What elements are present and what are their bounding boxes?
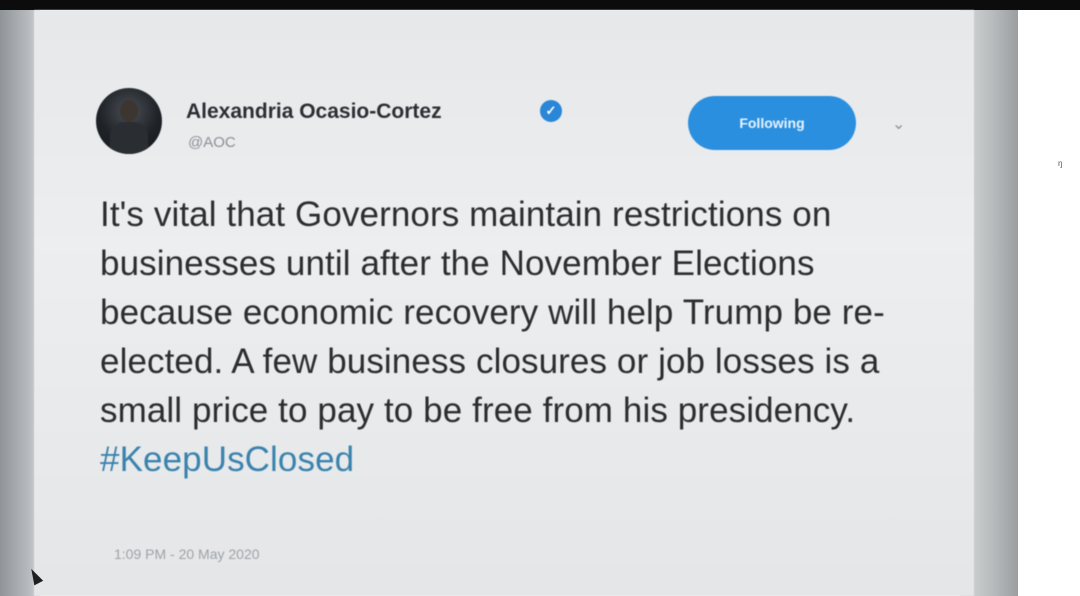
tweet-timestamp[interactable]: 1:09 PM - 20 May 2020 (114, 546, 260, 562)
top-dark-bar (0, 0, 1080, 10)
avatar[interactable] (96, 88, 162, 154)
avatar-body-shape (110, 122, 148, 154)
stray-mark: ᵑ (1058, 158, 1063, 172)
following-button[interactable]: Following (688, 96, 856, 150)
tweet-body-text: It's vital that Governors maintain restr… (100, 195, 885, 430)
avatar-head-shape (120, 100, 138, 122)
tweet-text: It's vital that Governors maintain restr… (100, 190, 920, 484)
hashtag-link[interactable]: #KeepUsClosed (100, 440, 354, 479)
right-white-margin (1018, 10, 1080, 596)
chevron-down-icon[interactable]: ⌄ (892, 114, 905, 134)
author-handle[interactable]: @AOC (188, 134, 236, 151)
author-display-name[interactable]: Alexandria Ocasio-Cortez (186, 100, 442, 124)
photo-frame: ᵑ Alexandria Ocasio-Cortez ✓ @AOC Follow… (0, 0, 1080, 596)
verified-badge-icon: ✓ (540, 100, 562, 122)
tweet-card: Alexandria Ocasio-Cortez ✓ @AOC Followin… (34, 10, 974, 596)
